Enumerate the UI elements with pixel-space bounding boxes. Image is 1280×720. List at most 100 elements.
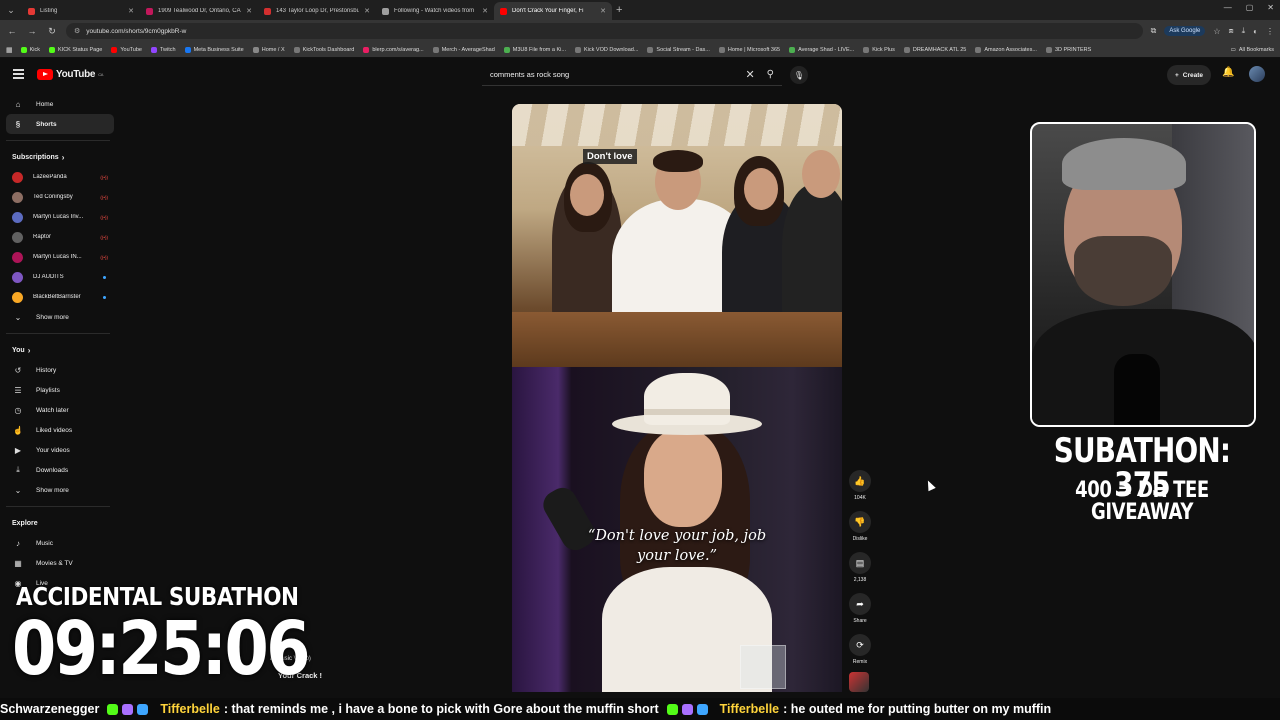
bookmark-item[interactable]: 3D PRINTERS — [1045, 46, 1091, 53]
all-bookmarks-link[interactable]: ▭ All Bookmarks — [1231, 47, 1274, 53]
browser-tab[interactable]: 143 Taylor Loop Dr, Prestonsburg ✕ — [258, 2, 376, 20]
menu-hamburger-icon[interactable] — [13, 69, 24, 81]
you-header[interactable]: You › — [6, 340, 114, 360]
sidebar-item-watch-later[interactable]: ◷ Watch later — [6, 400, 114, 420]
remix-button[interactable]: ⟳ Remix — [846, 634, 874, 665]
share-button[interactable]: ➦ Share — [846, 593, 874, 624]
search-box[interactable]: comments as rock song ✕ ⚲ — [482, 64, 782, 86]
bookmark-item[interactable]: KICK Status Page — [49, 46, 102, 53]
avatar[interactable] — [1249, 66, 1265, 82]
bookmark-item[interactable]: Kick Plus — [863, 46, 895, 53]
install-icon[interactable]: ⧉ — [1151, 26, 1157, 36]
like-button[interactable]: 👍 104K — [846, 470, 874, 501]
sidebar-item-your-videos[interactable]: ▶ Your videos — [6, 440, 114, 460]
bookmark-item[interactable]: Home / X — [252, 46, 285, 53]
show-more-you[interactable]: ⌄ Show more — [6, 480, 114, 500]
browser-tab[interactable]: Listing ✕ — [22, 2, 140, 20]
minimize-icon[interactable]: — — [1224, 3, 1232, 12]
ask-google-button[interactable]: Ask Google — [1164, 26, 1206, 36]
tab-close-icon[interactable]: ✕ — [600, 7, 606, 15]
bookmark-favicon-icon — [1045, 46, 1052, 53]
bookmark-favicon-icon — [363, 46, 370, 53]
bookmark-item[interactable]: DREAMHACK ATL 25 — [903, 46, 967, 53]
bookmark-item[interactable]: blerp.com/s/averag... — [363, 46, 424, 53]
sidebar-item-music[interactable]: ♪ Music — [6, 533, 114, 553]
history-icon: ↺ — [14, 365, 22, 375]
tab-search-icon[interactable]: ⌄ — [0, 0, 22, 20]
search-icon[interactable]: ⚲ — [767, 69, 774, 80]
bookmark-item[interactable]: Social Stream - Das... — [647, 46, 710, 53]
sidebar-item-label: Movies & TV — [36, 559, 73, 567]
tab-close-icon[interactable]: ✕ — [364, 7, 370, 15]
explore-header: Explore — [12, 519, 38, 527]
new-tab-button[interactable]: + — [616, 4, 622, 16]
sidebar-item-shorts[interactable]: § Shorts — [6, 114, 114, 134]
voice-search-icon[interactable]: 🎙 — [790, 66, 808, 84]
show-more-subscriptions[interactable]: ⌄ Show more — [6, 307, 114, 327]
youtube-header: YouTube CA comments as rock song ✕ ⚲ 🎙 + C… — [0, 58, 1280, 92]
kick-badge-icon — [666, 703, 678, 715]
comments-button[interactable]: ▤ 2,138 — [846, 552, 874, 583]
bookmark-item[interactable]: Amazon Associates... — [975, 46, 1037, 53]
dislike-button[interactable]: 👎 Dislike — [846, 511, 874, 542]
back-icon[interactable]: ← — [6, 26, 18, 36]
subscription-item[interactable]: Martyn Lucas IN... ((•)) — [6, 247, 114, 267]
bookmark-item[interactable]: Kick — [20, 46, 40, 53]
sub-badge-icon — [122, 703, 134, 715]
tab-close-icon[interactable]: ✕ — [246, 7, 252, 15]
create-button[interactable]: + Create — [1167, 65, 1212, 85]
bookmark-item[interactable]: Kick VOD Download... — [574, 46, 638, 53]
bookmark-item[interactable]: Home | Microsoft 365 — [718, 46, 780, 53]
maximize-icon[interactable]: ▢ — [1246, 3, 1254, 12]
sidebar-item-liked-videos[interactable]: ☝ Liked videos — [6, 420, 114, 440]
extensions-icon[interactable]: ⧈ — [1229, 26, 1234, 36]
audio-source-thumbnail[interactable] — [849, 672, 869, 692]
close-window-icon[interactable]: ✕ — [1267, 3, 1274, 12]
site-info-icon[interactable]: ⚙ — [74, 27, 80, 35]
profile-icon[interactable]: ◐ — [1253, 27, 1258, 36]
subscription-item[interactable]: Ted Coningsby ((•)) — [6, 187, 114, 207]
bookmark-item[interactable]: Meta Business Suite — [184, 46, 244, 53]
forward-icon[interactable]: → — [26, 26, 38, 36]
tab-favicon-icon — [146, 7, 153, 15]
tab-close-icon[interactable]: ✕ — [482, 7, 488, 15]
subscription-item[interactable]: DJ AUDITS — [6, 267, 114, 287]
shorts-video-player[interactable]: Don't love “Don't love your job, job you… — [512, 104, 842, 692]
bookmark-item[interactable]: YouTube — [111, 46, 142, 53]
sidebar-item-home[interactable]: ⌂ Home — [6, 94, 114, 114]
subscription-item[interactable]: Raptor ((•)) — [6, 227, 114, 247]
bookmark-star-icon[interactable]: ☆ — [1213, 27, 1220, 36]
bookmark-item[interactable]: M3U8 File from a Ki... — [503, 46, 566, 53]
youtube-logo[interactable]: YouTube CA — [37, 69, 103, 80]
address-bar[interactable]: ⚙ youtube.com/shorts/9cm0gpkbR-w — [66, 23, 1143, 39]
browser-tab[interactable]: 1909 Tealwood Dr, Ontario, CA ✕ — [140, 2, 258, 20]
live-indicator-icon: ((•)) — [100, 214, 108, 220]
chat-username: Tifferbelle — [160, 702, 220, 716]
sidebar-item-label: Downloads — [36, 466, 69, 474]
bookmark-label: DREAMHACK ATL 25 — [912, 46, 967, 53]
sidebar-item-downloads[interactable]: ⤓ Downloads — [6, 460, 114, 480]
bookmarks-bar: ▦ Kick KICK Status Page YouTube Twitch Meta … — [0, 42, 1280, 58]
subscription-item[interactable]: BlackBeltBarrister — [6, 287, 114, 307]
bookmark-item[interactable]: KickTools Dashboard — [293, 46, 354, 53]
sidebar-item-movies-tv[interactable]: ▦ Movies & TV — [6, 553, 114, 573]
bookmark-item[interactable]: Twitch — [150, 46, 176, 53]
browser-tab[interactable]: Following - Watch videos from ✕ — [376, 2, 494, 20]
subscription-item[interactable]: Martyn Lucas Inv... ((•)) — [6, 207, 114, 227]
download-icon[interactable]: ⤓ — [1242, 26, 1246, 36]
menu-icon[interactable]: ⋮ — [1266, 27, 1274, 36]
reload-icon[interactable]: ↻ — [46, 26, 58, 37]
bookmark-item[interactable]: Average Shad - LIVE... — [789, 46, 854, 53]
apps-icon[interactable]: ▦ — [6, 46, 13, 54]
channel-name: Martyn Lucas IN... — [33, 254, 82, 260]
bookmark-item[interactable]: Merch - AverageShad — [432, 46, 495, 53]
tab-close-icon[interactable]: ✕ — [128, 7, 134, 15]
search-input[interactable]: comments as rock song — [490, 70, 745, 79]
sidebar-item-playlists[interactable]: ☰ Playlists — [6, 380, 114, 400]
subscription-item[interactable]: LazeePanda ((•)) — [6, 167, 114, 187]
subscriptions-header[interactable]: Subscriptions › — [6, 147, 114, 167]
notifications-bell-icon[interactable]: 🔔 — [1222, 67, 1234, 78]
clear-search-icon[interactable]: ✕ — [745, 68, 754, 81]
sidebar-item-history[interactable]: ↺ History — [6, 360, 114, 380]
browser-tab[interactable]: Don't Crack Your Finger, Fi ✕ — [494, 2, 612, 20]
